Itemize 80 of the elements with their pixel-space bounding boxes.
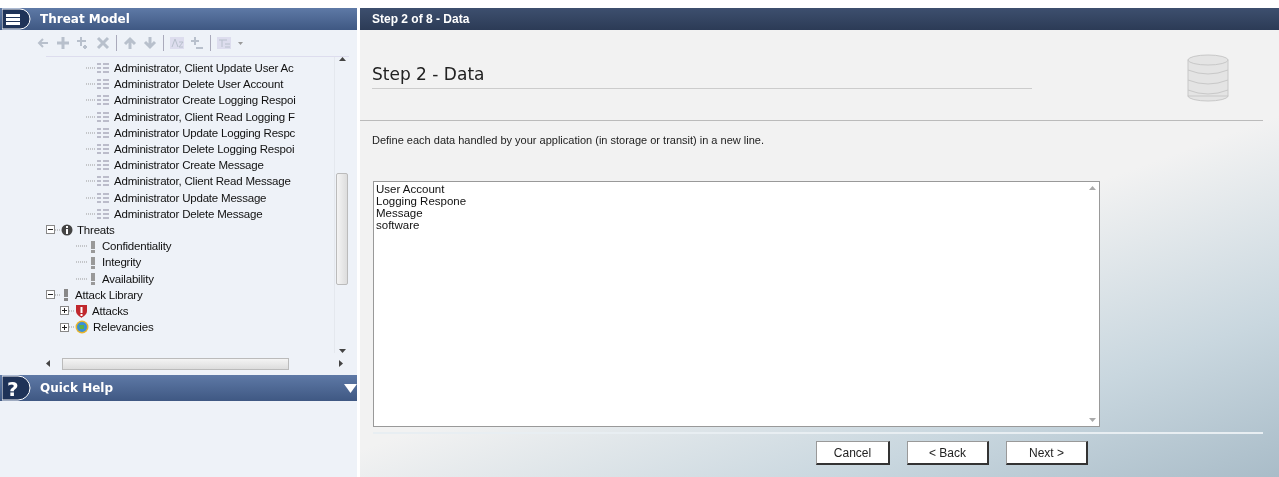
dotted-connector-icon <box>86 196 96 199</box>
tree-item[interactable]: Availability <box>102 272 154 285</box>
dotted-connector-icon <box>86 83 96 86</box>
down-arrow-icon[interactable] <box>143 36 157 50</box>
dotted-connector-icon <box>55 293 61 296</box>
sort-icon[interactable] <box>170 36 184 50</box>
exclamation-icon <box>88 239 98 253</box>
dotted-connector-icon <box>69 309 75 312</box>
expand-icon[interactable] <box>60 322 69 332</box>
delete-icon[interactable] <box>96 36 110 50</box>
expand-icon[interactable] <box>60 306 69 316</box>
collapse-icon[interactable] <box>46 290 55 300</box>
tree-item[interactable]: Confidentiality <box>102 240 172 253</box>
dotted-connector-icon <box>86 67 96 70</box>
dotted-connector-icon <box>86 131 96 134</box>
dotted-connector-icon <box>86 99 96 102</box>
tree-item[interactable]: Administrator Update Message <box>114 191 267 204</box>
dotted-connector-icon <box>55 228 61 231</box>
expand-collapse-icon[interactable] <box>190 36 204 50</box>
dotted-connector-icon <box>86 212 96 215</box>
tree-item[interactable]: Integrity <box>102 256 142 269</box>
step-title: Step 2 - Data <box>372 64 1032 89</box>
task-icon <box>96 94 110 107</box>
task-icon <box>96 175 110 188</box>
tree-item[interactable]: Relevancies <box>93 321 154 334</box>
exclamation-icon <box>88 255 98 269</box>
tree-item[interactable]: Attacks <box>92 304 129 317</box>
task-icon <box>96 143 110 156</box>
back-arrow-icon[interactable] <box>36 36 50 50</box>
scroll-down-icon[interactable] <box>338 349 346 353</box>
tree-item[interactable]: Administrator, Client Read Logging F <box>114 110 295 123</box>
back-button[interactable]: < Back <box>907 441 989 465</box>
help-icon: ? <box>2 375 32 401</box>
tree-item[interactable]: Administrator Delete Logging Respoi <box>114 143 295 156</box>
dotted-connector-icon <box>69 326 75 329</box>
scroll-right-icon[interactable] <box>339 360 343 367</box>
info-circle-icon <box>61 223 73 236</box>
task-icon <box>96 207 110 220</box>
tree-item[interactable]: Threats <box>77 223 115 236</box>
tree-item[interactable]: Administrator, Client Read Message <box>114 175 291 188</box>
cancel-button[interactable]: Cancel <box>816 441 890 465</box>
scroll-left-icon[interactable] <box>46 360 50 367</box>
dotted-connector-icon <box>86 148 96 151</box>
panel-title: Quick Help <box>40 381 114 395</box>
up-arrow-icon[interactable] <box>123 36 137 50</box>
add-child-icon[interactable] <box>76 36 90 50</box>
add-icon[interactable] <box>56 36 70 50</box>
format-icon[interactable] <box>217 36 231 50</box>
task-icon <box>96 159 110 172</box>
exclamation-icon <box>88 272 98 286</box>
shield-icon <box>75 303 88 318</box>
scrollbar-thumb[interactable] <box>336 173 348 285</box>
tree-item[interactable]: Administrator Create Message <box>114 159 264 172</box>
dotted-connector-icon <box>76 277 88 280</box>
exclamation-icon <box>61 288 71 302</box>
panel-title: Threat Model <box>40 12 130 26</box>
task-icon <box>96 126 110 139</box>
task-icon <box>96 78 110 91</box>
dotted-connector-icon <box>76 245 88 248</box>
wizard-header: Step 2 of 8 - Data <box>360 8 1279 30</box>
collapse-icon[interactable] <box>46 225 55 235</box>
tree-item[interactable]: Administrator Create Logging Respoi <box>114 94 296 107</box>
tree-item[interactable]: Administrator Delete Message <box>114 207 263 220</box>
tree-item[interactable]: Attack Library <box>75 288 143 301</box>
scroll-up-icon[interactable] <box>338 57 346 61</box>
dotted-connector-icon <box>76 261 88 264</box>
dotted-connector-icon <box>86 115 96 118</box>
task-icon <box>96 62 110 75</box>
tree-item[interactable]: Administrator Delete User Account <box>114 78 284 91</box>
globe-icon <box>75 320 89 335</box>
tree-item[interactable]: Administrator, Client Update User Ac <box>114 62 294 75</box>
dotted-connector-icon <box>86 164 96 167</box>
dotted-connector-icon <box>86 180 96 183</box>
tree-item[interactable]: Administrator Update Logging Respc <box>114 126 296 139</box>
task-icon <box>96 191 110 204</box>
task-icon <box>96 110 110 123</box>
next-button[interactable]: Next > <box>1006 441 1088 465</box>
scrollbar-thumb[interactable] <box>62 357 289 370</box>
dropdown-arrow-icon[interactable] <box>344 383 357 393</box>
instruction-text: Define each data handled by your application (in storage or transit) in a new line. <box>372 134 765 146</box>
